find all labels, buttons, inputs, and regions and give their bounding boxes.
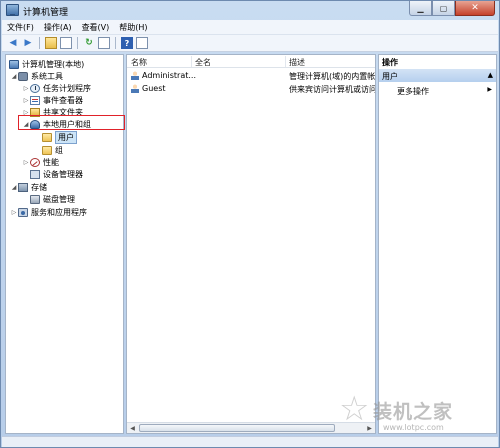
- column-header-description[interactable]: 描述: [289, 57, 305, 68]
- show-hide-tree-icon[interactable]: [60, 37, 72, 49]
- folder-icon: [42, 145, 52, 155]
- computer-management-icon: [6, 4, 19, 16]
- back-arrow-icon[interactable]: ◀: [7, 37, 19, 49]
- event-log-icon: [30, 95, 40, 105]
- action-pane: 操作 用户 ▲ 更多操作 ▶: [378, 54, 497, 434]
- user-icon: [131, 84, 139, 93]
- close-icon: ✕: [471, 3, 479, 13]
- toolbar: ◀ ▶ ↻ ?: [2, 34, 498, 52]
- window-title: 计算机管理: [23, 8, 69, 18]
- minimize-button[interactable]: ▁: [409, 1, 432, 16]
- table-row[interactable]: Guest 供来宾访问计算机或访问域: [127, 83, 375, 95]
- scroll-left-icon[interactable]: ◀: [127, 423, 138, 433]
- tree-node-event-viewer[interactable]: ▷ 事件查看器: [22, 94, 83, 106]
- column-header-fullname[interactable]: 全名: [195, 57, 211, 68]
- collapse-triangle-icon[interactable]: ◢: [10, 184, 18, 191]
- column-divider[interactable]: [285, 56, 286, 67]
- toolbar-separator: [39, 37, 40, 49]
- row-name: Administrat...: [142, 71, 196, 80]
- submenu-arrow-icon[interactable]: ▶: [487, 86, 492, 93]
- expand-triangle-icon[interactable]: ▷: [22, 97, 30, 104]
- maximize-icon: ▢: [439, 3, 448, 13]
- menu-bar: 文件(F) 操作(A) 查看(V) 帮助(H): [2, 20, 498, 34]
- collapse-triangle-icon[interactable]: ◢: [10, 73, 18, 80]
- expand-triangle-icon[interactable]: ▷: [22, 85, 30, 92]
- tree-node-disk-management[interactable]: 磁盘管理: [30, 193, 75, 205]
- tree-node-device-manager[interactable]: 设备管理器: [30, 168, 83, 180]
- toolbar-separator: [115, 37, 116, 49]
- maximize-button[interactable]: ▢: [432, 1, 455, 16]
- export-list-icon[interactable]: [98, 37, 110, 49]
- computer-management-window: 计算机管理 ▁ ▢ ✕ 文件(F) 操作(A) 查看(V) 帮助(H) ◀ ▶ …: [0, 0, 500, 448]
- tree-node-root[interactable]: 计算机管理(本地): [9, 58, 84, 70]
- status-bar: [2, 436, 498, 447]
- refresh-icon[interactable]: ↻: [83, 37, 95, 49]
- menu-help[interactable]: 帮助(H): [119, 22, 147, 33]
- computer-icon: [9, 59, 19, 69]
- column-divider[interactable]: [191, 56, 192, 67]
- navigation-tree[interactable]: 计算机管理(本地) ◢ 系统工具 ▷ 任务计划程序 ▷ 事件查看器 ▷ 共享文件…: [5, 54, 124, 434]
- tree-node-users[interactable]: 用户: [42, 130, 77, 144]
- user-icon: [131, 71, 139, 80]
- up-folder-icon[interactable]: [45, 37, 57, 49]
- menu-file[interactable]: 文件(F): [7, 22, 34, 33]
- menu-view[interactable]: 查看(V): [82, 22, 110, 33]
- tools-icon: [18, 71, 28, 81]
- row-description: 供来宾访问计算机或访问域: [289, 85, 375, 94]
- close-button[interactable]: ✕: [455, 1, 495, 16]
- tree-node-services-apps[interactable]: ▷ 服务和应用程序: [10, 206, 87, 218]
- action-pane-header: 操作: [379, 55, 496, 68]
- tree-node-system-tools[interactable]: ◢ 系统工具: [10, 70, 63, 82]
- clock-icon: [30, 83, 40, 93]
- row-description: 管理计算机(域)的内置帐户: [289, 72, 375, 81]
- storage-icon: [18, 182, 28, 192]
- title-bar: 计算机管理 ▁ ▢ ✕: [1, 1, 499, 20]
- collapse-arrow-icon[interactable]: ▲: [488, 71, 493, 79]
- tree-node-storage[interactable]: ◢ 存储: [10, 181, 47, 193]
- table-row[interactable]: Administrat... 管理计算机(域)的内置帐户: [127, 70, 375, 82]
- menu-action[interactable]: 操作(A): [44, 22, 72, 33]
- performance-icon: [30, 157, 40, 167]
- action-section-label: 用户: [382, 72, 398, 81]
- device-manager-icon: [30, 169, 40, 179]
- tree-node-groups[interactable]: 组: [42, 144, 63, 156]
- minimize-icon: ▁: [417, 3, 424, 13]
- column-header-name[interactable]: 名称: [131, 57, 147, 68]
- tree-node-performance[interactable]: ▷ 性能: [22, 156, 59, 168]
- user-list-pane: 名称 全名 描述 Administrat... 管理计算机(域)的内置帐户 Gu…: [126, 54, 376, 434]
- services-icon: [18, 207, 28, 217]
- action-section-users[interactable]: 用户 ▲: [379, 69, 496, 82]
- row-name: Guest: [142, 84, 166, 93]
- window-controls: ▁ ▢ ✕: [409, 1, 495, 16]
- help-icon[interactable]: ?: [121, 37, 133, 49]
- tree-node-task-scheduler[interactable]: ▷ 任务计划程序: [22, 82, 91, 94]
- disk-icon: [30, 194, 40, 204]
- scroll-right-icon[interactable]: ▶: [364, 423, 375, 433]
- scrollbar-thumb[interactable]: [139, 424, 335, 432]
- expand-triangle-icon[interactable]: ▷: [10, 209, 18, 216]
- show-action-pane-icon[interactable]: [136, 37, 148, 49]
- annotation-highlight-box: [18, 115, 125, 130]
- forward-arrow-icon[interactable]: ▶: [22, 37, 34, 49]
- folder-icon: [42, 132, 52, 142]
- expand-triangle-icon[interactable]: ▷: [22, 159, 30, 166]
- toolbar-separator: [77, 37, 78, 49]
- more-actions-link[interactable]: 更多操作: [397, 86, 429, 97]
- horizontal-scrollbar[interactable]: ◀ ▶: [127, 422, 375, 433]
- list-header: 名称 全名 描述: [127, 55, 375, 68]
